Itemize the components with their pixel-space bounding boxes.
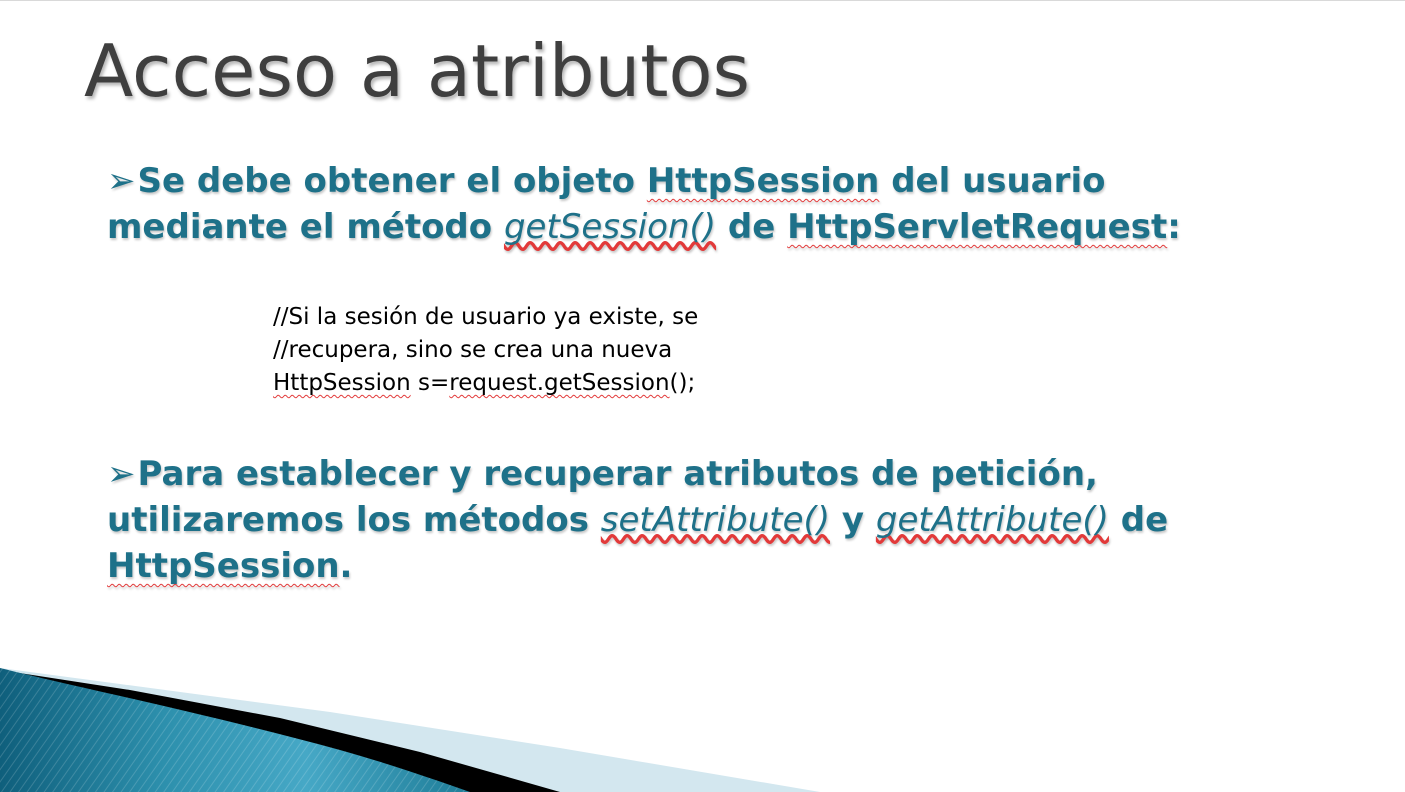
decor-black-stroke	[0, 670, 560, 792]
bullet-2-get-method: getAttribute()	[875, 500, 1109, 540]
code-statement-line: HttpSession s=request.getSession();	[273, 367, 698, 400]
bullet-1-text-1: Se debe obtener el objeto	[137, 161, 647, 201]
bullet-1-class-name: HttpSession	[646, 161, 880, 201]
bullet-2-period: .	[339, 546, 353, 586]
top-divider	[0, 0, 1405, 1]
bullet-1: ➢Se debe obtener el objeto HttpSession d…	[107, 158, 1257, 250]
bullet-1-request-class: HttpServletRequest	[787, 207, 1168, 247]
bullet-arrow-icon: ➢	[107, 161, 136, 201]
code-snippet: //Si la sesión de usuario ya existe, se …	[273, 301, 698, 400]
bullet-2-set-method: setAttribute()	[600, 500, 831, 540]
decor-teal-texture	[0, 668, 470, 792]
bullet-1-method-name: getSession()	[503, 207, 717, 247]
bullet-arrow-icon: ➢	[107, 454, 136, 494]
code-method-call: request.getSession	[449, 370, 670, 396]
bullet-2-text-3: de	[1108, 500, 1169, 540]
bullet-2-class-name: HttpSession	[107, 546, 340, 586]
bullet-1-text-3: de	[716, 207, 788, 247]
code-comment-line-2: //recupera, sino se crea una nueva	[273, 337, 673, 363]
code-comment-line-1: //Si la sesión de usuario ya existe, se	[273, 304, 699, 330]
bullet-1-colon: :	[1167, 207, 1181, 247]
code-assignment: s=	[410, 370, 450, 396]
bullet-2: ➢Para establecer y recuperar atributos d…	[107, 451, 1257, 589]
bullet-2-text-2: y	[830, 500, 876, 540]
decor-light-band	[0, 668, 820, 792]
code-type-name: HttpSession	[273, 370, 411, 396]
slide-corner-decoration	[0, 668, 820, 792]
code-call-end: ();	[669, 370, 696, 396]
decor-teal-swoosh	[0, 668, 470, 792]
slide-title: Acceso a atributos	[84, 29, 750, 113]
